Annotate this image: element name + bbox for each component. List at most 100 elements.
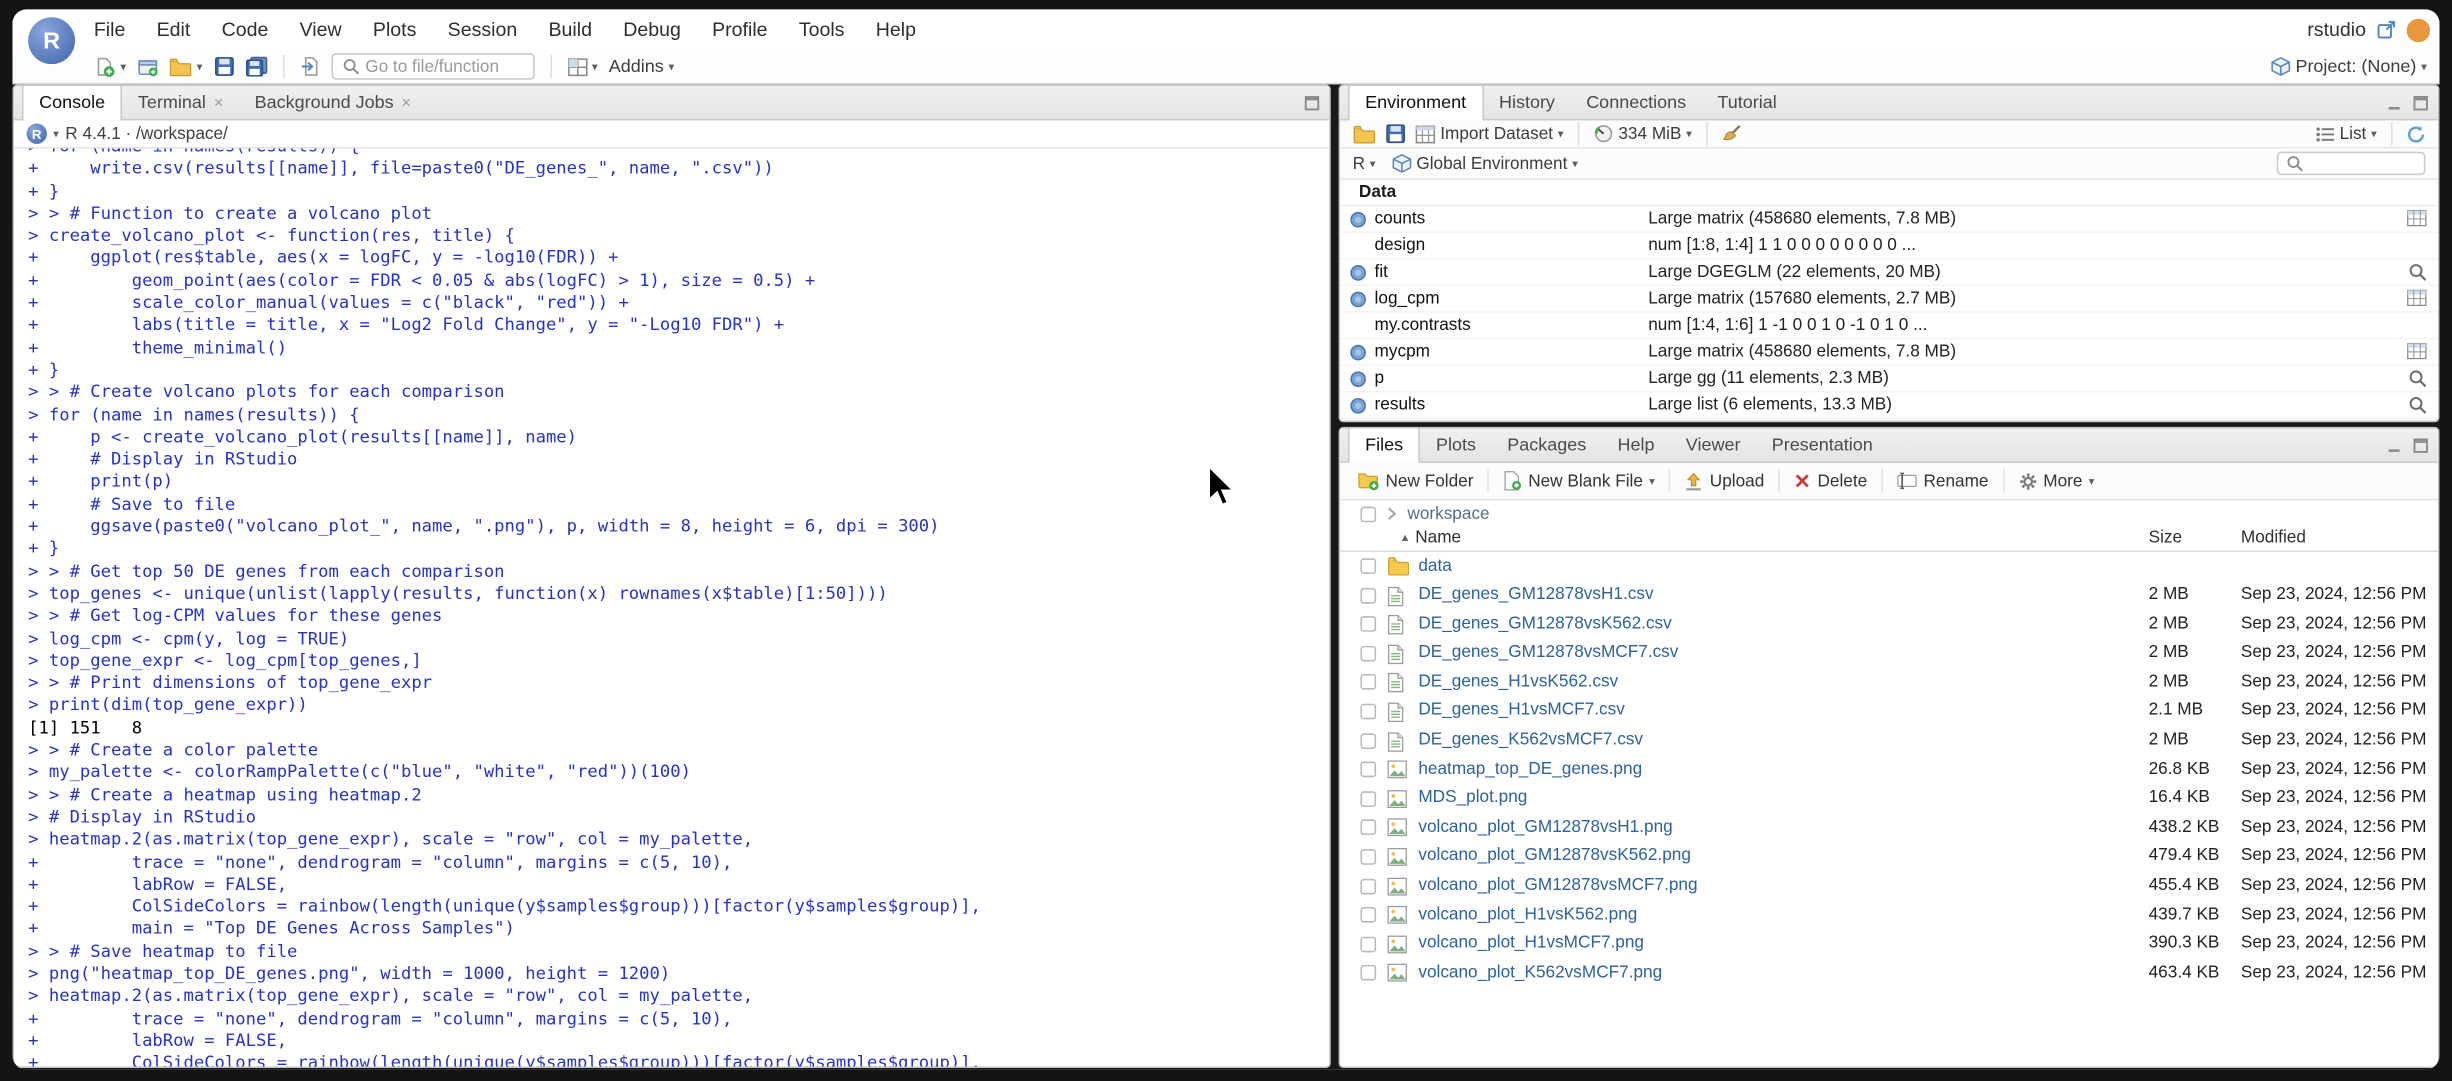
tab-help[interactable]: Help <box>1602 428 1670 461</box>
file-name-link[interactable]: volcano_plot_K562vsMCF7.png <box>1418 963 1662 982</box>
menu-debug[interactable]: Debug <box>623 19 681 41</box>
menu-view[interactable]: View <box>300 19 342 41</box>
file-checkbox[interactable] <box>1360 965 1377 981</box>
menu-tools[interactable]: Tools <box>799 19 845 41</box>
environment-row[interactable]: fit Large DGEGLM (22 elements, 20 MB) <box>1340 260 2438 287</box>
menu-profile[interactable]: Profile <box>712 19 767 41</box>
file-checkbox[interactable] <box>1360 645 1377 662</box>
file-name-link[interactable]: data <box>1418 556 1451 575</box>
view-table-icon[interactable] <box>2407 342 2427 360</box>
file-checkbox[interactable] <box>1360 761 1377 778</box>
file-checkbox[interactable] <box>1360 674 1377 691</box>
tab-console[interactable]: Console <box>21 86 123 121</box>
view-table-icon[interactable] <box>2407 210 2427 227</box>
go-to-file-box[interactable] <box>330 53 535 80</box>
file-checkbox[interactable] <box>1360 732 1377 749</box>
file-checkbox[interactable] <box>1360 790 1377 807</box>
file-checkbox[interactable] <box>1360 907 1377 923</box>
close-tab-icon[interactable]: × <box>214 93 224 112</box>
inspect-object-icon[interactable] <box>2408 369 2427 388</box>
file-name-link[interactable]: volcano_plot_GM12878vsK562.png <box>1418 847 1691 866</box>
file-name-link[interactable]: volcano_plot_H1vsK562.png <box>1418 905 1637 924</box>
tab-viewer[interactable]: Viewer <box>1670 428 1756 461</box>
file-name-link[interactable]: DE_genes_K562vsMCF7.csv <box>1418 730 1643 749</box>
memory-usage-button[interactable]: 334 MiB ▾ <box>1593 124 1692 144</box>
environment-row[interactable]: results Large list (6 elements, 13.3 MB) <box>1340 393 2438 420</box>
import-dataset-button[interactable]: Import Dataset ▾ <box>1415 124 1564 143</box>
environment-search-box[interactable] <box>2276 151 2426 176</box>
file-name-link[interactable]: DE_genes_GM12878vsH1.csv <box>1418 585 1653 604</box>
menu-plots[interactable]: Plots <box>373 19 416 41</box>
file-name-link[interactable]: DE_genes_GM12878vsMCF7.csv <box>1418 643 1678 662</box>
environment-search-input[interactable] <box>2309 154 2417 173</box>
file-checkbox[interactable] <box>1360 849 1377 865</box>
file-name-link[interactable]: DE_genes_H1vsK562.csv <box>1418 672 1618 691</box>
file-name-link[interactable]: DE_genes_GM12878vsK562.csv <box>1418 614 1671 633</box>
file-checkbox[interactable] <box>1360 703 1377 720</box>
view-table-icon[interactable] <box>2407 289 2427 307</box>
minimize-pane-icon[interactable] <box>2386 95 2402 111</box>
refresh-icon[interactable] <box>2407 124 2426 143</box>
new-blank-file-button[interactable]: New Blank File ▾ <box>1495 471 1663 491</box>
new-folder-button[interactable]: New Folder <box>1350 471 1482 491</box>
file-checkbox[interactable] <box>1360 878 1377 894</box>
project-menu-button[interactable]: Project: (None) ▾ <box>2270 56 2427 76</box>
tab-connections[interactable]: Connections <box>1571 86 1702 119</box>
file-name-link[interactable]: volcano_plot_GM12878vsH1.png <box>1418 818 1672 837</box>
tab-packages[interactable]: Packages <box>1492 428 1602 461</box>
view-mode-button[interactable]: List ▾ <box>2316 124 2377 143</box>
open-file-button[interactable]: ▾ <box>169 57 203 76</box>
close-tab-icon[interactable]: × <box>401 93 411 112</box>
file-name-link[interactable]: volcano_plot_GM12878vsMCF7.png <box>1418 876 1697 895</box>
file-checkbox[interactable] <box>1360 936 1377 952</box>
tab-background-jobs[interactable]: Background Jobs × <box>239 86 427 119</box>
environment-row[interactable]: log_cpm Large matrix (157680 elements, 2.… <box>1340 286 2438 313</box>
column-header-modified[interactable]: Modified <box>2241 529 2306 548</box>
inspect-object-icon[interactable] <box>2408 263 2427 282</box>
inspect-object-icon[interactable] <box>2408 396 2427 415</box>
rename-button[interactable]: Rename <box>1889 471 1996 490</box>
maximize-pane-icon[interactable] <box>1304 95 1320 111</box>
tab-environment[interactable]: Environment <box>1347 86 1484 121</box>
environment-row[interactable]: p Large gg (11 elements, 2.3 MB) <box>1340 366 2438 393</box>
environment-row[interactable]: design num [1:8, 1:4] 1 1 0 0 0 0 0 0 0 0… <box>1340 233 2438 260</box>
clear-objects-icon[interactable] <box>1722 124 1742 144</box>
language-selector[interactable]: R ▾ <box>1353 154 1376 173</box>
more-button[interactable]: More ▾ <box>2010 471 2102 490</box>
file-name-link[interactable]: DE_genes_H1vsMCF7.csv <box>1418 701 1625 720</box>
tab-terminal[interactable]: Terminal × <box>122 86 239 119</box>
environment-scope-selector[interactable]: Global Environment ▾ <box>1391 153 1578 173</box>
tab-presentation[interactable]: Presentation <box>1756 428 1888 461</box>
maximize-pane-icon[interactable] <box>2413 438 2429 454</box>
new-project-button[interactable] <box>137 56 158 77</box>
file-name-link[interactable]: MDS_plot.png <box>1418 789 1527 808</box>
tab-files[interactable]: Files <box>1347 428 1421 463</box>
console-output-area[interactable]: > for (name in names(results)) {+ write.… <box>14 149 1329 1067</box>
pane-layout-button[interactable]: ▾ <box>567 57 598 76</box>
open-in-browser-icon[interactable] <box>2377 20 2396 39</box>
file-checkbox[interactable] <box>1360 616 1377 633</box>
save-all-button[interactable] <box>245 56 267 77</box>
go-to-file-input[interactable] <box>365 57 524 76</box>
tab-tutorial[interactable]: Tutorial <box>1702 86 1793 119</box>
menu-session[interactable]: Session <box>448 19 518 41</box>
upload-button[interactable]: Upload <box>1677 471 1772 490</box>
menu-edit[interactable]: Edit <box>157 19 191 41</box>
environment-row[interactable]: my.contrasts num [1:4, 1:6] 1 -1 0 0 1 0 … <box>1340 313 2438 340</box>
save-workspace-icon[interactable] <box>1386 124 1406 144</box>
addins-button[interactable]: Addins ▾ <box>609 57 675 76</box>
file-name-link[interactable]: heatmap_top_DE_genes.png <box>1418 759 1642 778</box>
environment-row[interactable]: mycpm Large matrix (458680 elements, 7.8 … <box>1340 339 2438 366</box>
new-file-button[interactable]: ▾ <box>94 56 126 78</box>
save-button[interactable] <box>214 56 234 76</box>
column-header-name[interactable]: Name <box>1415 529 1461 548</box>
user-avatar[interactable] <box>2406 17 2431 42</box>
breadcrumb-folder[interactable]: workspace <box>1407 504 1489 523</box>
menu-help[interactable]: Help <box>876 19 916 41</box>
menu-build[interactable]: Build <box>548 19 591 41</box>
file-name-link[interactable]: volcano_plot_H1vsMCF7.png <box>1418 934 1644 953</box>
maximize-pane-icon[interactable] <box>2413 95 2429 111</box>
file-checkbox[interactable] <box>1360 587 1377 603</box>
tab-plots[interactable]: Plots <box>1420 428 1491 461</box>
file-checkbox[interactable] <box>1360 558 1377 574</box>
